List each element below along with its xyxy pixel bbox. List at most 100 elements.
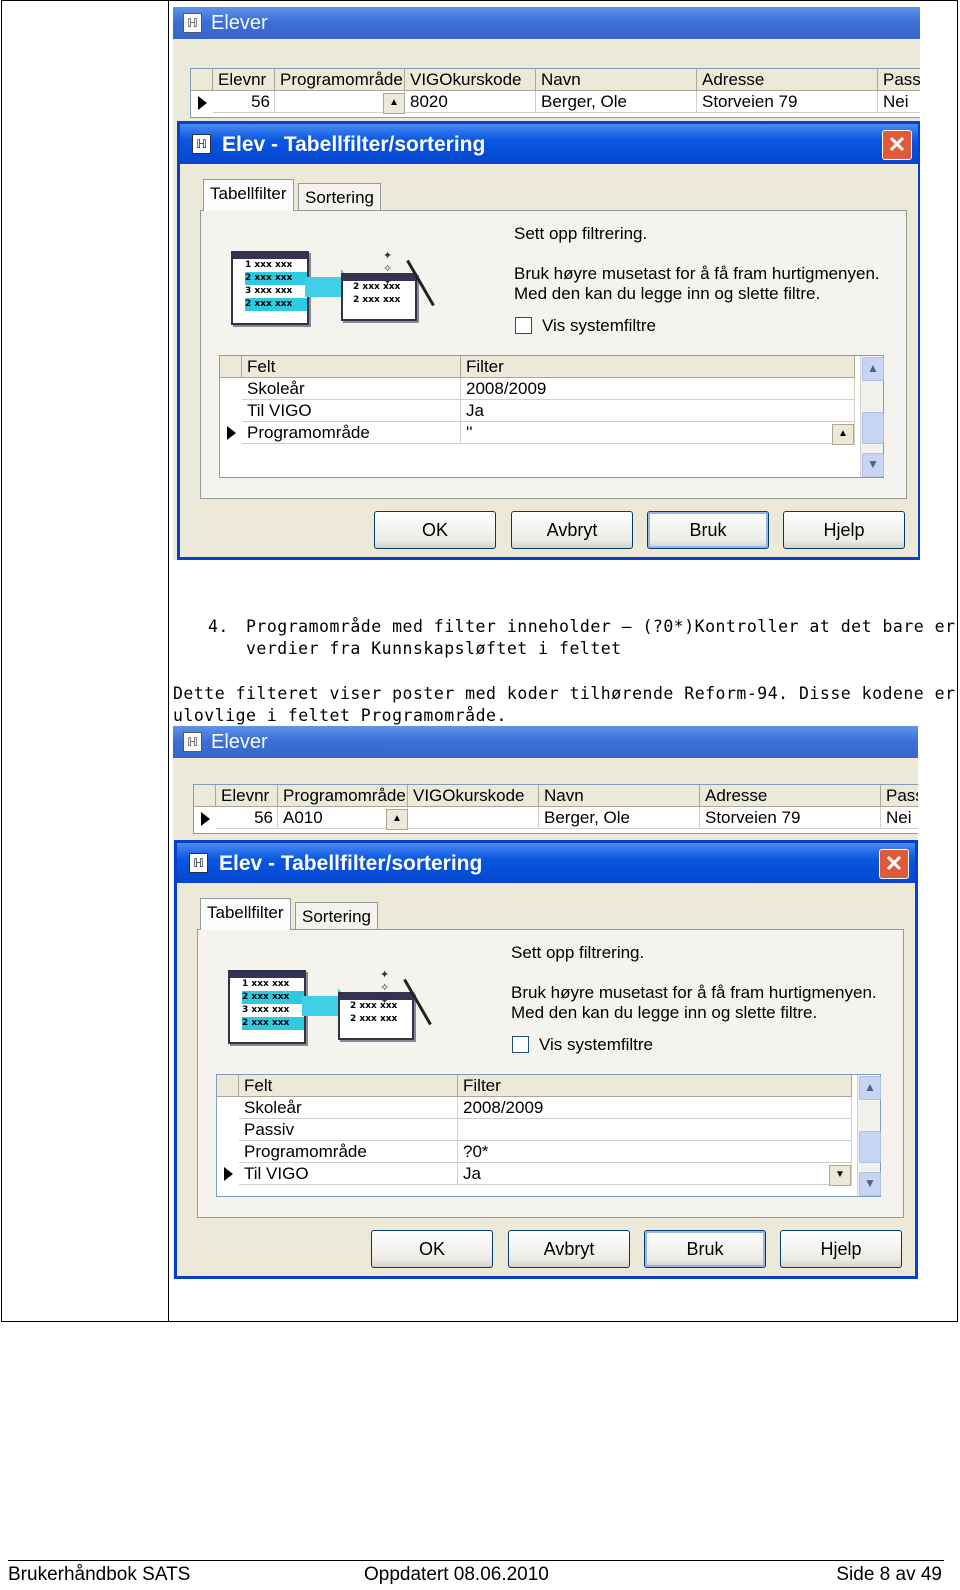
filter-grid[interactable]: Felt Filter Skoleår 2008/2009 Passiv Pro… [216,1074,881,1197]
cell-elevnr[interactable]: 56 [216,807,278,829]
scroll-down-icon[interactable]: ▼ [862,453,884,477]
col-header-filter[interactable]: Filter [458,1075,852,1097]
cell-pass[interactable]: Nei [878,91,920,113]
hjelp-button[interactable]: Hjelp [780,1230,902,1268]
filter-heading: Sett opp filtrering. [511,943,645,962]
bruk-button[interactable]: Bruk [644,1230,766,1268]
scroll-thumb[interactable] [862,412,884,444]
avbryt-button[interactable]: Avbryt [508,1230,630,1268]
col-header-navn[interactable]: Navn [539,785,700,807]
bg-window-titlebar: ℍ Elever [173,7,920,39]
col-header-felt[interactable]: Felt [242,356,461,378]
sparkle-icon: ✦ ✧ ✦ [383,249,393,288]
scroll-thumb[interactable] [859,1131,881,1163]
dropdown-up-icon[interactable]: ▲ [386,809,408,830]
vis-systemfiltre-checkbox[interactable] [515,317,532,334]
vis-systemfiltre-label: Vis systemfiltre [539,1035,653,1054]
current-row-marker-icon [198,96,207,110]
cell-navn[interactable]: Berger, Ole [539,807,700,829]
col-header-pass[interactable]: Pass [878,69,920,91]
filter-grid[interactable]: Felt Filter Skoleår 2008/2009 Til VIGO J… [219,355,884,478]
cell-pass[interactable]: Nei [881,807,918,829]
cell-vigokurskode[interactable] [408,807,539,829]
illus-row: 3 xxx xxx [245,286,293,296]
scroll-up-icon[interactable]: ▲ [859,1076,881,1100]
hint-line-2: Med den kan du legge inn og slette filtr… [514,284,821,303]
close-icon[interactable]: ✕ [879,849,909,879]
tab-tabellfilter[interactable]: Tabellfilter [200,898,291,930]
filter-value-cell[interactable]: 2008/2009 [461,378,855,400]
col-header-adresse[interactable]: Adresse [697,69,878,91]
bruk-button[interactable]: Bruk [647,511,769,549]
filter-felt-cell[interactable]: Skoleår [239,1097,458,1119]
cell-elevnr[interactable]: 56 [213,91,275,113]
col-header-vigokurskode[interactable]: VIGOkurskode [405,69,536,91]
filter-felt-cell[interactable]: Passiv [239,1119,458,1141]
illus-row: 1 xxx xxx [242,979,290,989]
filter-value-cell[interactable]: ?0* [458,1141,852,1163]
col-header-filter[interactable]: Filter [461,356,855,378]
col-header-programomrade[interactable]: Programområde [278,785,408,807]
ok-button[interactable]: OK [374,511,496,549]
tab-sortering[interactable]: Sortering [295,902,378,930]
table-illustration-right: 2 xxx xxx 2 xxx xxx [341,273,417,321]
row-selector-header [220,356,242,378]
dialog-title: Elev - Tabellfilter/sortering [222,133,486,156]
filter-grid-scrollbar[interactable]: ▲ ▼ [857,1075,881,1196]
filter-value-cell[interactable]: Ja [458,1163,852,1185]
col-header-navn[interactable]: Navn [536,69,697,91]
dropdown-down-icon[interactable]: ▼ [829,1165,851,1186]
col-header-elevnr[interactable]: Elevnr [216,785,278,807]
table-illustration-left: 1 xxx xxx 2 xxx xxx 3 xxx xxx 2 xxx xxx [228,970,306,1044]
hint-line-1: Bruk høyre musetast for å få fram hurtig… [511,983,877,1002]
tab-tabellfilter[interactable]: Tabellfilter [203,179,294,211]
illus-row: 2 xxx xxx [353,295,401,305]
current-row-marker-icon [227,426,236,440]
filter-dialog: ℍ Elev - Tabellfilter/sortering ✕ Tabell… [174,840,918,1279]
col-header-felt[interactable]: Felt [239,1075,458,1097]
filter-felt-cell[interactable]: Til VIGO [242,400,461,422]
hjelp-button[interactable]: Hjelp [783,511,905,549]
row-selector-header [217,1075,239,1097]
tab-sortering[interactable]: Sortering [298,183,381,211]
filter-value-cell[interactable] [458,1119,852,1141]
filter-value-cell[interactable]: '' [461,422,855,444]
scroll-up-icon[interactable]: ▲ [862,357,884,381]
step-number: 4. [208,617,229,636]
cell-adresse[interactable]: Storveien 79 [697,91,878,113]
elever-grid[interactable]: Elevnr Programområde VIGOkurskode Navn A… [190,68,920,118]
scroll-down-icon[interactable]: ▼ [859,1172,881,1196]
tab-panel: 1 xxx xxx 2 xxx xxx 3 xxx xxx 2 xxx xxx … [200,210,907,499]
dropdown-up-icon[interactable]: ▲ [832,424,854,445]
close-icon[interactable]: ✕ [882,130,912,160]
filter-felt-cell[interactable]: Skoleår [242,378,461,400]
filter-value-cell[interactable]: 2008/2009 [458,1097,852,1119]
avbryt-button[interactable]: Avbryt [511,511,633,549]
filter-felt-cell[interactable]: Til VIGO [239,1163,458,1185]
filter-felt-cell[interactable]: Programområde [242,422,461,444]
elever-grid[interactable]: Elevnr Programområde VIGOkurskode Navn A… [193,784,918,834]
illus-row: 2 xxx xxx [350,1014,398,1024]
dropdown-up-icon[interactable]: ▲ [383,93,405,114]
footer-title: Brukerhåndbok SATS [8,1564,191,1585]
bg-window-title: Elever [211,731,268,753]
dialog-titlebar[interactable]: ℍ Elev - Tabellfilter/sortering ✕ [177,843,915,883]
cell-adresse[interactable]: Storveien 79 [700,807,881,829]
dialog-titlebar[interactable]: ℍ Elev - Tabellfilter/sortering ✕ [180,124,918,164]
col-header-adresse[interactable]: Adresse [700,785,881,807]
cell-navn[interactable]: Berger, Ole [536,91,697,113]
filter-dialog: ℍ Elev - Tabellfilter/sortering ✕ Tabell… [177,121,920,560]
dialog-title: Elev - Tabellfilter/sortering [219,852,483,875]
cell-vigokurskode[interactable]: 8020 [405,91,536,113]
arrow-icon [302,996,342,1016]
filter-grid-scrollbar[interactable]: ▲ ▼ [860,356,884,477]
filter-value-cell[interactable]: Ja [461,400,855,422]
vis-systemfiltre-checkbox[interactable] [512,1036,529,1053]
col-header-vigokurskode[interactable]: VIGOkurskode [408,785,539,807]
ok-button[interactable]: OK [371,1230,493,1268]
col-header-programomrade[interactable]: Programområde [275,69,405,91]
col-header-pass[interactable]: Pass [881,785,918,807]
row-selector-header [194,785,216,807]
filter-felt-cell[interactable]: Programområde [239,1141,458,1163]
col-header-elevnr[interactable]: Elevnr [213,69,275,91]
